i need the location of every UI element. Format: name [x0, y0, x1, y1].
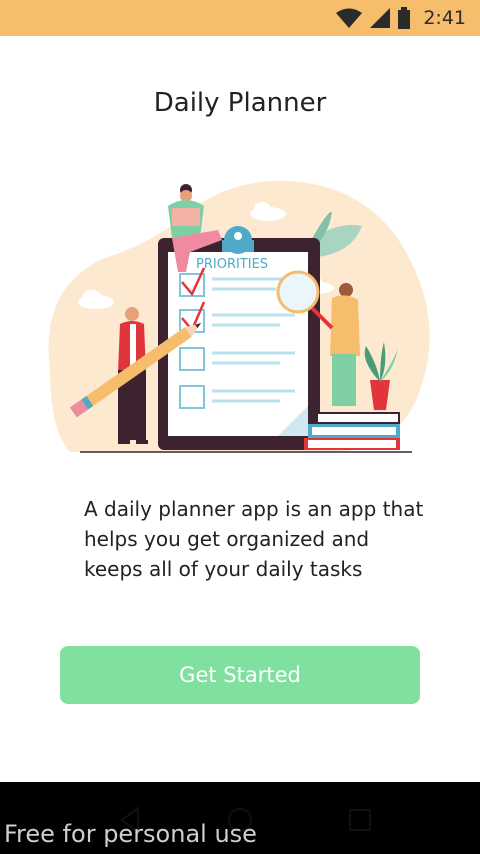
recents-icon[interactable] [340, 802, 380, 838]
battery-icon [398, 7, 411, 29]
page-title: Daily Planner [153, 88, 327, 118]
wifi-icon [336, 8, 363, 28]
clipboard-heading: PRIORITIES [196, 257, 268, 272]
planner-illustration: PRIORITIES [48, 180, 430, 453]
signal-icon [370, 8, 391, 28]
description-text: A daily planner app is an app that helps… [84, 497, 424, 581]
status-bar: 2:41 [0, 0, 480, 36]
get-started-button[interactable]: Get Started [60, 646, 420, 704]
watermark: Free for personal use [4, 820, 257, 848]
status-time: 2:41 [423, 7, 466, 29]
